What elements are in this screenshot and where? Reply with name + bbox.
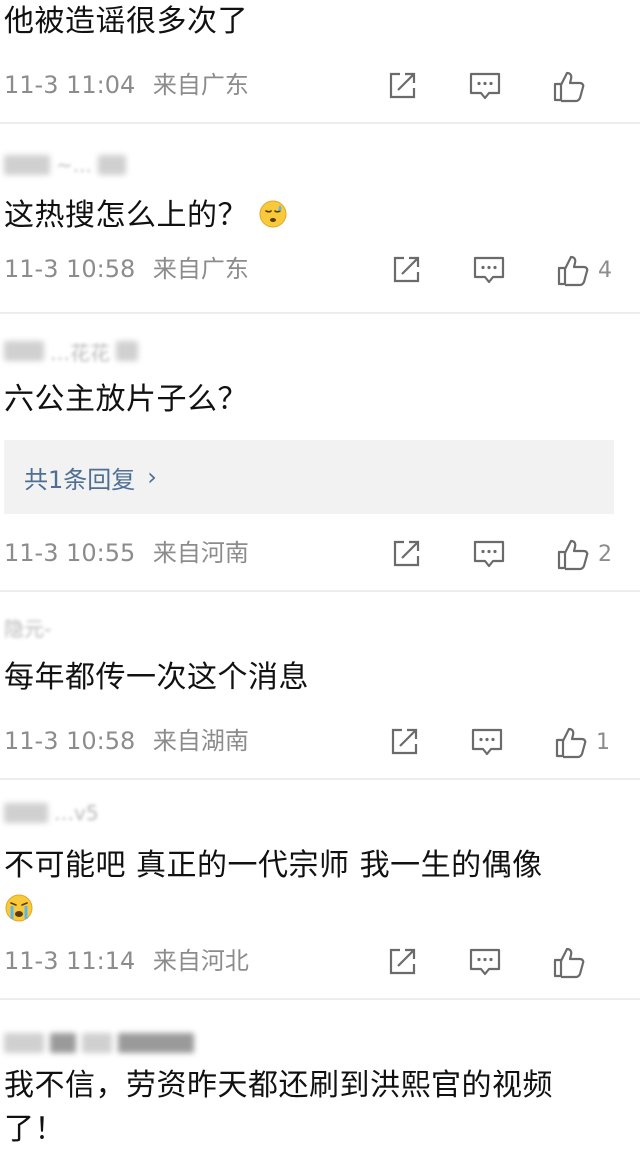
comment-actions (386, 66, 640, 106)
comment-meta: 11-3 11:04 来自广东 (4, 70, 249, 100)
comment-meta: 11-3 11:14 来自河北 (4, 946, 249, 976)
comment-item: 隐元- 每年都传一次这个消息 11-3 10:58 来自湖南 1 (0, 592, 640, 780)
comment-text-line: 了！ (4, 1112, 65, 1147)
comment-text: 他被造谣很多次了 (4, 4, 248, 39)
like-count: 1 (596, 729, 610, 755)
comment-actions: 2 (390, 534, 640, 574)
share-button[interactable] (386, 70, 418, 102)
comment-icon (469, 72, 501, 100)
username-blur (4, 341, 44, 361)
like-icon (557, 539, 589, 571)
comment-location: 来自广东 (152, 255, 249, 283)
username[interactable]: 隐元- (4, 616, 51, 641)
username-fragment: ~... (56, 153, 92, 177)
like-count: 2 (598, 541, 612, 567)
like-button[interactable] (552, 945, 610, 979)
comment-location: 来自广东 (152, 71, 249, 99)
comment-location: 来自河南 (152, 539, 249, 567)
username[interactable]: ~... (4, 153, 126, 177)
share-icon (393, 540, 420, 567)
comment-icon (469, 948, 501, 976)
comment-meta: 11-3 10:58 来自湖南 (4, 726, 249, 756)
comment-location: 来自湖南 (152, 727, 249, 755)
like-button[interactable]: 4 (556, 253, 614, 287)
comment-text: 不可能吧 真正的一代宗师 我一生的偶像 (4, 844, 620, 932)
comment-button[interactable] (468, 70, 502, 102)
username-blur (4, 803, 48, 823)
comment-meta: 11-3 10:55 来自河南 (4, 538, 249, 568)
comment-time: 11-3 11:04 (4, 71, 136, 99)
comment-text-content: 这热搜怎么上的？ (4, 198, 248, 233)
sweat-face-emoji (259, 200, 287, 228)
username[interactable] (4, 1032, 194, 1054)
username-blur (97, 155, 126, 175)
username[interactable]: …v5 (4, 801, 99, 825)
share-icon (393, 256, 420, 283)
comment-text-line: 我不信，劳资昨天都还刷到洪熙官的视频 (4, 1068, 553, 1103)
comment-button[interactable] (472, 538, 506, 570)
comment-item: 我不信，劳资昨天都还刷到洪熙官的视频 了！ (0, 1000, 640, 1163)
comment-time: 11-3 10:55 (4, 539, 136, 567)
username-blur (4, 155, 50, 175)
username-fragment: 隐元- (4, 616, 52, 641)
comment-icon (473, 256, 505, 284)
comment-text-content: 不可能吧 真正的一代宗师 我一生的偶像 (4, 848, 543, 883)
username[interactable]: …花花 (4, 340, 138, 365)
username-blur (82, 1033, 112, 1053)
username-blur (118, 1033, 194, 1053)
like-icon (555, 727, 587, 759)
replies-count-label: 共1条回复 (24, 465, 136, 494)
comment-icon (471, 728, 503, 756)
comment-time: 11-3 10:58 (4, 255, 136, 283)
comment-location: 来自河北 (152, 947, 249, 975)
share-button[interactable] (386, 946, 418, 978)
comment-text: 六公主放片子么？ (4, 382, 248, 417)
like-button[interactable]: 2 (556, 537, 614, 571)
username-blur (116, 341, 138, 361)
comment-actions: 1 (388, 722, 640, 762)
comment-item: …花花 六公主放片子么？ 共1条回复 › 11-3 10:55 来自河南 2 (0, 314, 640, 592)
like-button[interactable]: 1 (554, 725, 612, 759)
like-count: 4 (598, 257, 612, 283)
share-icon (389, 948, 416, 975)
username-fragment: …花花 (50, 340, 110, 365)
username-blur (50, 1033, 76, 1053)
chevron-right-icon: › (147, 463, 157, 491)
like-icon (557, 255, 589, 287)
comment-item: ~... 这热搜怎么上的？ 11-3 10:58 来自广东 4 (0, 124, 640, 314)
crying-face-emoji (5, 894, 33, 922)
comment-text: 每年都传一次这个消息 (4, 660, 309, 695)
comment-item: …v5 不可能吧 真正的一代宗师 我一生的偶像 11-3 11:14 来自河北 (0, 780, 640, 1000)
comment-actions: 4 (390, 250, 640, 290)
comment-button[interactable] (470, 726, 504, 758)
share-button[interactable] (388, 726, 420, 758)
comment-button[interactable] (468, 946, 502, 978)
username-blur (4, 1033, 44, 1053)
share-icon (389, 72, 416, 99)
like-icon (553, 71, 585, 103)
comment-time: 11-3 11:14 (4, 947, 136, 975)
like-icon (553, 947, 585, 979)
share-button[interactable] (390, 538, 422, 570)
replies-link[interactable]: 共1条回复 › (4, 440, 614, 514)
share-icon (391, 728, 418, 755)
share-button[interactable] (390, 254, 422, 286)
like-button[interactable] (552, 69, 610, 103)
comment-icon (473, 540, 505, 568)
comment-meta: 11-3 10:58 来自广东 (4, 254, 249, 284)
comment-time: 11-3 10:58 (4, 727, 136, 755)
username-fragment: …v5 (54, 801, 99, 825)
comment-text: 这热搜怎么上的？ (4, 194, 620, 238)
comment-button[interactable] (472, 254, 506, 286)
comment-text: 我不信，劳资昨天都还刷到洪熙官的视频 了！ (4, 1064, 620, 1152)
comment-item: 他被造谣很多次了 11-3 11:04 来自广东 (0, 0, 640, 124)
comment-actions (386, 942, 640, 982)
